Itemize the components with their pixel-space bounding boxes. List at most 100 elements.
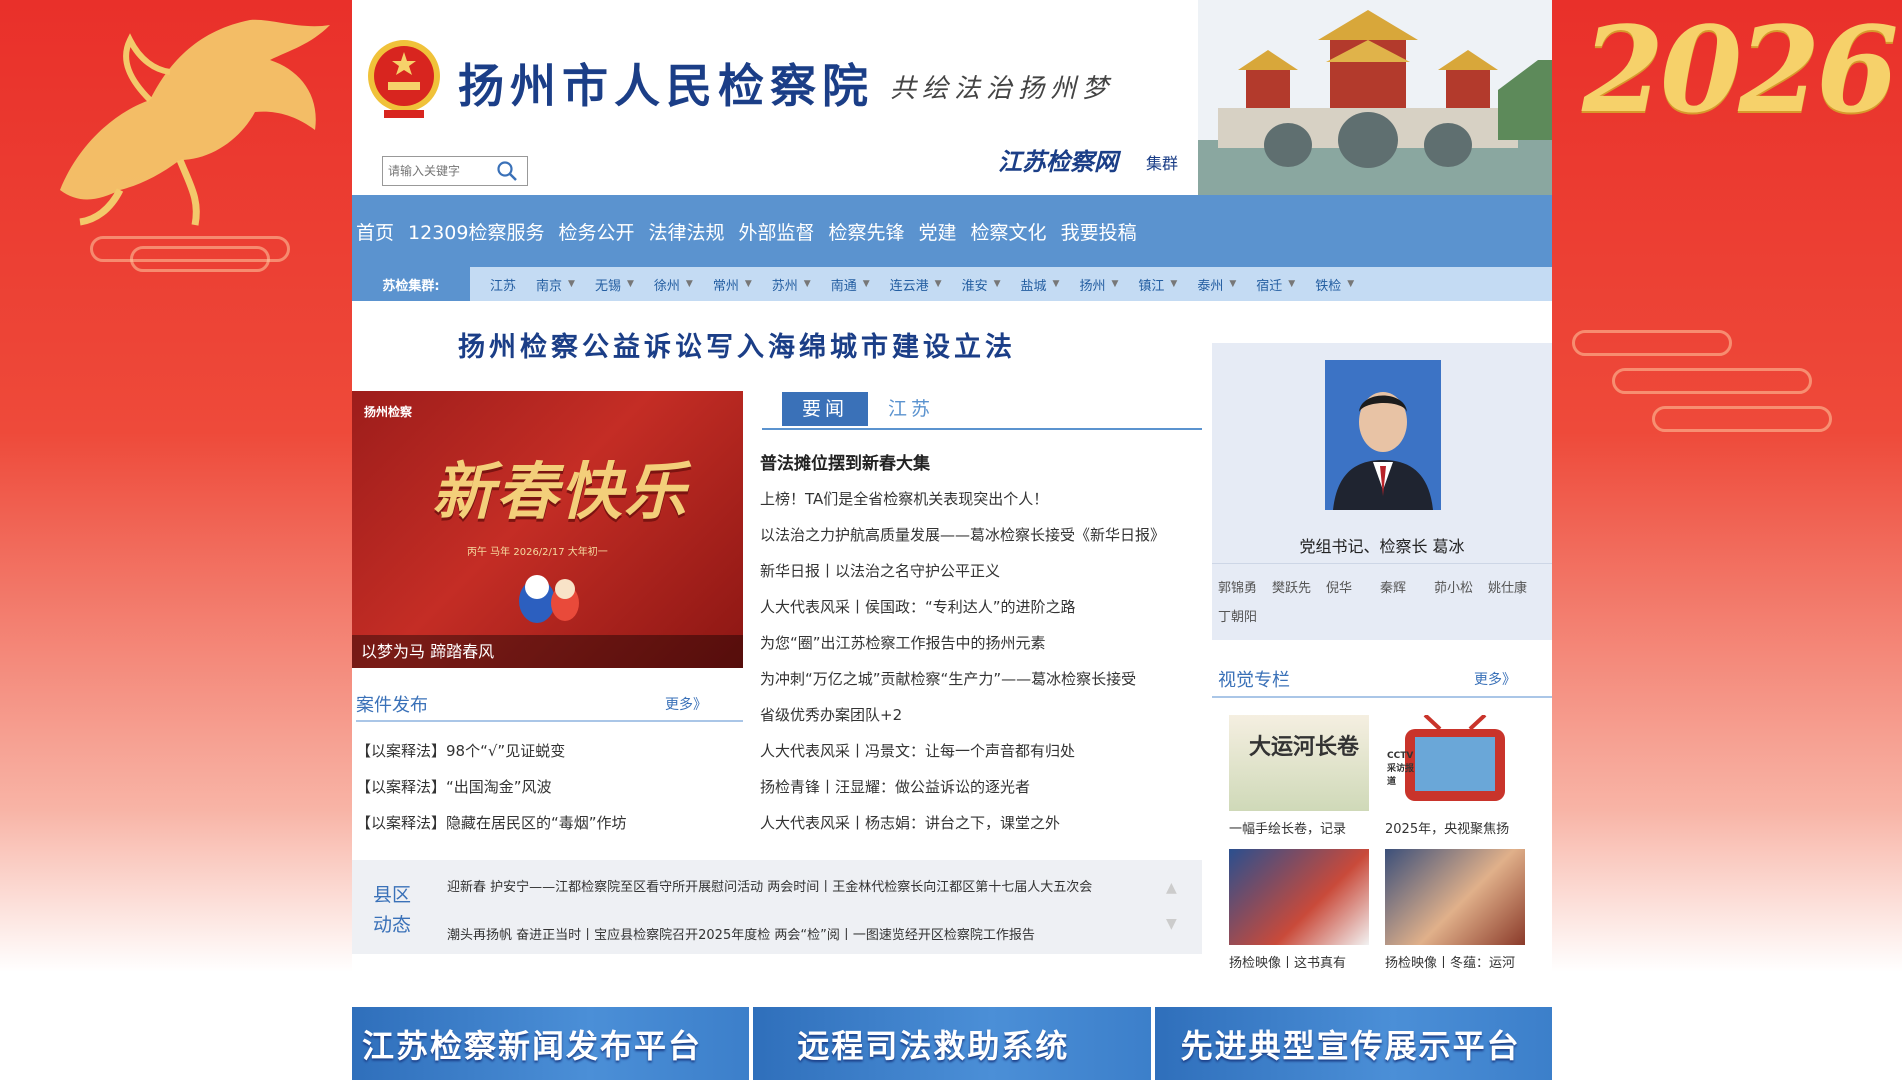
news-tabs: 要闻 江苏 xyxy=(762,392,1202,430)
national-emblem-icon xyxy=(368,40,440,118)
deputy-name[interactable]: 秦辉 xyxy=(1380,577,1434,596)
list-item[interactable]: 为冲刺“万亿之城”贡献检察“生产力”——葛冰检察长接受 xyxy=(760,668,1204,704)
tab-headlines[interactable]: 要闻 xyxy=(782,392,869,426)
cluster-item[interactable]: 镇江 ▼ xyxy=(1138,275,1177,294)
cluster-item[interactable]: 淮安 ▼ xyxy=(962,275,1001,294)
chevron-down-icon: ▼ xyxy=(626,279,634,289)
thumbnail-caption: 扬检映像丨冬蕴：运河 xyxy=(1385,956,1516,971)
site-slogan: 共绘法治扬州梦 xyxy=(890,74,1115,104)
cases-title[interactable]: 案件发布 xyxy=(356,691,428,717)
cluster-item[interactable]: 扬州 ▼ xyxy=(1079,275,1118,294)
cluster-item-label: 苏州 xyxy=(771,278,798,294)
deputy-name[interactable]: 倪华 xyxy=(1326,577,1380,596)
visual-thumbnails: 大运河长卷 一幅手绘长卷，记录 CCTV 采访报道 2025年，央视聚焦扬 扬检… xyxy=(1229,715,1549,983)
list-item[interactable]: 为您“圈”出江苏检察工作报告中的扬州元素 xyxy=(760,632,1204,668)
search-input[interactable] xyxy=(383,158,495,184)
nav-item-culture[interactable]: 检察文化 xyxy=(971,218,1047,245)
deputy-name[interactable]: 姚仕康 xyxy=(1488,577,1542,596)
thumbnail-card[interactable]: 大运河长卷 一幅手绘长卷，记录 xyxy=(1229,715,1379,837)
deputy-name[interactable]: 茆小松 xyxy=(1434,577,1488,596)
list-item[interactable]: 【以案释法】隐藏在居民区的“毒烟”作坊 xyxy=(356,812,743,848)
cluster-item[interactable]: 泰州 ▼ xyxy=(1197,275,1236,294)
nav-item-party[interactable]: 党建 xyxy=(919,218,957,245)
cluster-item[interactable]: 宿迁 ▼ xyxy=(1256,275,1295,294)
main-page: 扬州市人民检察院 共绘法治扬州梦 江苏检察网 集群 请输入关键字 首页 1230… xyxy=(352,0,1552,1080)
county-news-row[interactable]: 迎新春 护安宁——江都检察院至区看守所开展慰问活动 两会时间丨王金林代检察长向江… xyxy=(447,876,1167,895)
visual-section-header: 视觉专栏 更多》 xyxy=(1212,662,1552,698)
cases-more-link[interactable]: 更多》 xyxy=(665,694,707,714)
portal-logo[interactable]: 江苏检察网 xyxy=(998,142,1118,177)
list-item[interactable]: 人大代表风采丨侯国政：“专利达人”的进阶之路 xyxy=(760,596,1204,632)
chevron-down-icon: ▼ xyxy=(568,279,575,289)
cluster-item-label: 盐城 xyxy=(1020,278,1047,294)
cluster-item-label: 扬州 xyxy=(1079,278,1106,294)
deputy-name[interactable]: 郭锦勇 xyxy=(1218,577,1272,596)
county-news-row[interactable]: 潮头再扬帆 奋进正当时丨宝应县检察院召开2025年度检 两会“检”阅丨一图速览经… xyxy=(447,924,1167,943)
carousel-slide[interactable]: 扬州检察 新春快乐 丙午 马年 2026/2/17 大年初一 以梦为马 蹄踏春风 xyxy=(352,391,743,668)
cluster-item-label: 江苏 xyxy=(490,278,517,294)
slide-date-text: 丙午 马年 2026/2/17 大年初一 xyxy=(467,547,608,558)
portal-suffix: 集群 xyxy=(1146,154,1179,173)
chevron-down-icon: ▼ xyxy=(993,279,1001,289)
cluster-item[interactable]: 苏州 ▼ xyxy=(772,275,811,294)
chevron-down-icon: ▼ xyxy=(1170,279,1178,289)
cluster-item[interactable]: 铁检 ▼ xyxy=(1315,275,1354,294)
search-icon[interactable] xyxy=(495,159,519,183)
list-item[interactable]: 新华日报丨以法治之名守护公平正义 xyxy=(760,560,1204,596)
list-item[interactable]: 人大代表风采丨杨志娟：讲台之下，课堂之外 xyxy=(760,812,1204,848)
banner-news-platform[interactable]: 江苏检察新闻发布平台 xyxy=(352,1007,750,1080)
cluster-item[interactable]: 连云港 ▼ xyxy=(890,275,942,294)
banner-label: 远程司法救助系统 xyxy=(797,1027,1070,1065)
list-item[interactable]: 人大代表风采丨冯景文：让每一个声音都有归处 xyxy=(760,740,1204,776)
thumbnail-card[interactable]: 扬检映像丨冬蕴：运河 xyxy=(1385,849,1535,971)
list-item[interactable]: 上榜！TA们是全省检察机关表现突出个人！ xyxy=(760,488,1204,524)
nav-item-supervision[interactable]: 外部监督 xyxy=(739,218,815,245)
nav-item-laws[interactable]: 法律法规 xyxy=(648,218,724,245)
deputy-list: 郭锦勇 樊跃先 倪华 秦辉 茆小松 姚仕康 丁朝阳 xyxy=(1218,577,1548,635)
nav-item-home[interactable]: 首页 xyxy=(356,218,394,245)
nav-item-disclosure[interactable]: 检务公开 xyxy=(558,218,634,245)
list-item[interactable]: 扬检青锋丨汪显耀：做公益诉讼的逐光者 xyxy=(760,776,1204,812)
banner-exemplars[interactable]: 先进典型宣传展示平台 xyxy=(1154,1007,1552,1080)
thumbnail-card[interactable]: 扬检映像丨这书真有 xyxy=(1229,849,1379,971)
visual-title[interactable]: 视觉专栏 xyxy=(1218,666,1290,692)
year-text: 2026 xyxy=(1582,0,1898,139)
cloud-decoration xyxy=(1572,330,1732,356)
thumbnail-card[interactable]: CCTV 采访报道 2025年，央视聚焦扬 xyxy=(1385,715,1535,837)
cluster-item-label: 淮安 xyxy=(961,278,988,294)
nav-item-submit[interactable]: 我要投稿 xyxy=(1061,218,1137,245)
cluster-item[interactable]: 徐州 ▼ xyxy=(654,275,693,294)
visual-more-link[interactable]: 更多》 xyxy=(1474,669,1516,689)
list-item[interactable]: 省级优秀办案团队+2 xyxy=(760,704,1204,740)
lead-news[interactable]: 普法摊位摆到新春大集 xyxy=(760,449,930,474)
nav-item-pioneers[interactable]: 检察先锋 xyxy=(829,218,905,245)
cluster-item-label: 连云港 xyxy=(889,278,929,294)
deputy-name[interactable]: 樊跃先 xyxy=(1272,577,1326,596)
cluster-item[interactable]: 南通 ▼ xyxy=(831,275,870,294)
thumbnail-art-text: 大运河长卷 xyxy=(1249,734,1360,760)
cluster-item[interactable]: 南京 ▼ xyxy=(536,275,575,294)
cluster-item[interactable]: 无锡 ▼ xyxy=(595,275,634,294)
nav-item-12309[interactable]: 12309检察服务 xyxy=(408,218,544,245)
banner-judicial-aid[interactable]: 远程司法救助系统 xyxy=(753,1007,1151,1080)
scroll-down-icon[interactable]: ▼ xyxy=(1166,916,1177,932)
thumbnail-caption: 一幅手绘长卷，记录 xyxy=(1229,822,1347,837)
leader-title[interactable]: 党组书记、检察长 葛冰 xyxy=(1212,533,1552,564)
leader-portrait[interactable] xyxy=(1325,360,1441,510)
cluster-item[interactable]: 常州 ▼ xyxy=(713,275,752,294)
cloud-decoration xyxy=(130,246,270,272)
chevron-down-icon: ▼ xyxy=(1288,279,1296,289)
cluster-item-label: 镇江 xyxy=(1138,278,1165,294)
cluster-item[interactable]: 盐城 ▼ xyxy=(1021,275,1060,294)
scroll-up-icon[interactable]: ▲ xyxy=(1166,880,1177,896)
cluster-item[interactable]: 江苏 xyxy=(490,275,516,294)
site-title: 扬州市人民检察院 xyxy=(458,59,874,113)
tab-jiangsu[interactable]: 江苏 xyxy=(868,392,954,426)
list-item[interactable]: 以法治之力护航高质量发展——葛冰检察长接受《新华日报》 xyxy=(760,524,1204,560)
deputy-name[interactable]: 丁朝阳 xyxy=(1218,606,1272,625)
county-news-panel: 县区动态 迎新春 护安宁——江都检察院至区看守所开展慰问活动 两会时间丨王金林代… xyxy=(352,860,1202,954)
list-item[interactable]: 【以案释法】“出国淘金”风波 xyxy=(356,776,743,812)
search-box xyxy=(382,156,528,186)
list-item[interactable]: 【以案释法】98个“√”见证蜕变 xyxy=(356,740,743,776)
headline[interactable]: 扬州检察公益诉讼写入海绵城市建设立法 xyxy=(452,325,1022,364)
